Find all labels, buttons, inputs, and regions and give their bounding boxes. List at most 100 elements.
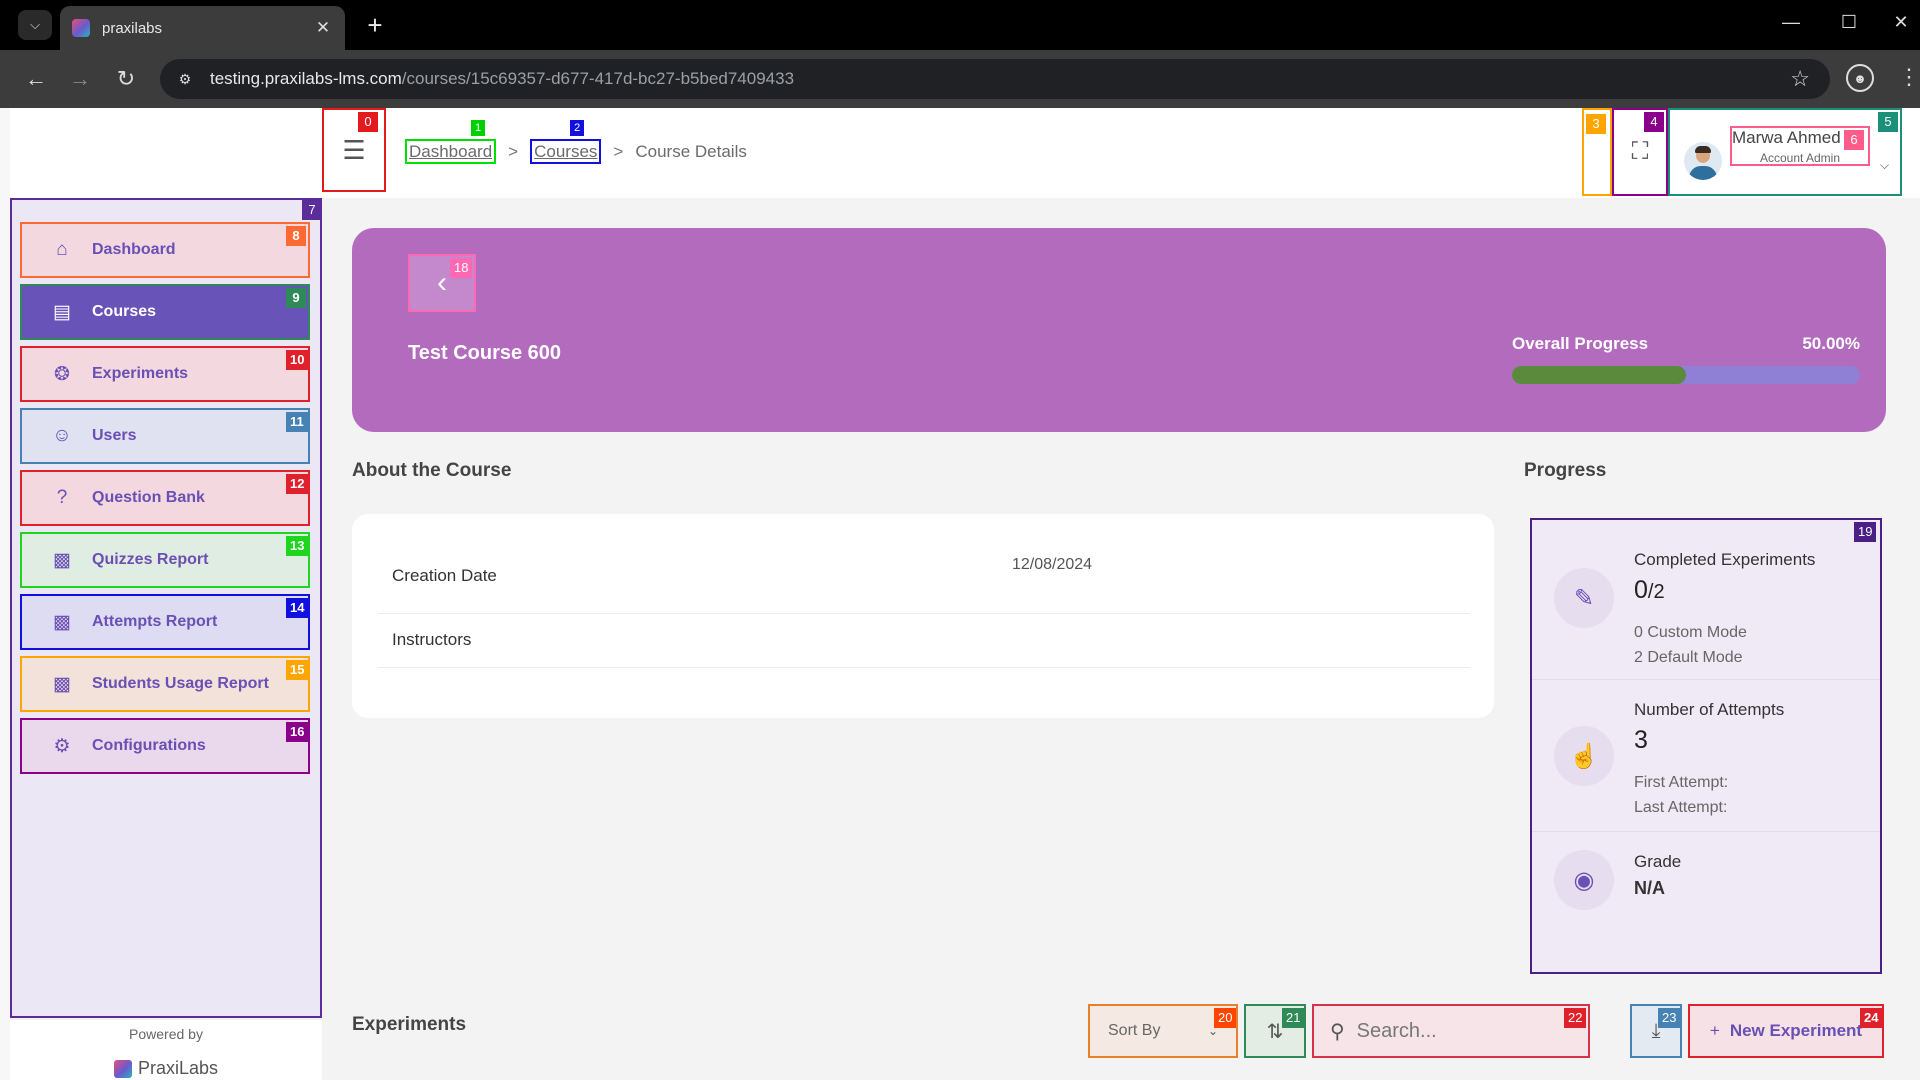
grade-value: N/A [1634, 878, 1665, 898]
url-host: testing.praxilabs-lms.com [210, 69, 402, 88]
back-button[interactable]: ‹ 18 [408, 254, 476, 312]
new-tab-button[interactable]: + [360, 10, 390, 40]
chevron-down-icon: ⌵ [1880, 158, 1890, 172]
report-icon: ▩ [53, 549, 71, 571]
sidebar-item-label: Dashboard [92, 241, 176, 258]
report-icon: ▩ [53, 673, 71, 695]
sidebar-item-question-bank[interactable]: ? Question Bank 12 [20, 470, 310, 526]
fullscreen-icon: ⛶ [1631, 138, 1649, 165]
about-card: Creation Date 12/08/2024 Instructors [352, 514, 1494, 718]
app-left-strip [0, 108, 10, 1080]
bookmark-star-icon[interactable]: ☆ [1790, 66, 1810, 92]
download-button[interactable]: ⤓ 23 [1630, 1004, 1682, 1058]
sidebar-item-users[interactable]: ☺ Users 11 [20, 408, 310, 464]
overall-progress-value: 50.00% [1802, 334, 1860, 353]
sidebar-item-courses[interactable]: ▤ Courses 9 [20, 284, 310, 340]
browser-profile-icon[interactable]: ☻ [1846, 64, 1874, 92]
grade-title: Grade [1634, 852, 1682, 871]
sidebar-item-attempts-report[interactable]: ▩ Attempts Report 14 [20, 594, 310, 650]
completed-experiments-title: Completed Experiments [1634, 550, 1816, 569]
overlay-badge: 24 [1860, 1008, 1883, 1028]
sort-by-select[interactable]: Sort By ⌄ 20 [1088, 1004, 1238, 1058]
close-window-icon[interactable]: ✕ [1886, 12, 1916, 33]
sidebar-item-label: Configurations [92, 737, 206, 754]
back-arrow-icon[interactable]: ← [20, 63, 52, 95]
progress-card[interactable]: 19 ✎ Completed Experiments 0/2 0 Custom … [1530, 518, 1882, 974]
praxilabs-favicon-icon [72, 19, 90, 37]
sidebar-item-label: Experiments [92, 365, 189, 382]
gear-icon: ⚙ [53, 735, 71, 757]
sort-order-icon: ⇅ [1266, 1020, 1284, 1043]
reload-icon[interactable]: ↻ [110, 63, 142, 95]
award-icon: ◉ [1554, 850, 1614, 910]
user-icon: ☺ [52, 425, 72, 446]
attempts-title: Number of Attempts [1634, 700, 1785, 719]
overlay-badge: 20 [1214, 1008, 1237, 1028]
breadcrumb-dashboard-link[interactable]: Dashboard [405, 139, 497, 164]
sidebar-item-experiments[interactable]: ❂ Experiments 10 [20, 346, 310, 402]
overlay-badge: 0 [358, 112, 378, 132]
sort-order-button[interactable]: ⇅ 21 [1244, 1004, 1306, 1058]
search-input[interactable] [1356, 1019, 1567, 1043]
sidebar-item-configurations[interactable]: ⚙ Configurations 16 [20, 718, 310, 774]
tab-title: praxilabs [102, 19, 163, 37]
progress-bar-fill [1512, 366, 1686, 384]
minimize-icon[interactable]: — [1776, 12, 1806, 33]
sidebar-item-dashboard[interactable]: ⌂ Dashboard 8 [20, 222, 310, 278]
breadcrumb-courses-link[interactable]: Courses [530, 139, 602, 164]
url-path: /courses/15c69357-d677-417d-bc27-b5bed74… [401, 69, 795, 88]
powered-by: Powered by PraxiLabs [10, 1020, 322, 1080]
attempts-block: ☝ Number of Attempts 3 First Attempt: La… [1532, 680, 1880, 832]
hamburger-icon: ☰ [342, 134, 366, 165]
overall-progress-label: Overall Progress [1512, 334, 1649, 353]
topbar-spacer-element[interactable]: 3 [1582, 108, 1612, 196]
sidebar-item-label: Students Usage Report [92, 675, 269, 692]
pointer-hand-icon: ☝ [1554, 726, 1614, 786]
instructors-label: Instructors [392, 630, 472, 649]
home-icon: ⌂ [56, 239, 68, 260]
overlay-badge: 3 [1586, 114, 1606, 134]
breadcrumb-separator: > [613, 142, 624, 161]
new-experiment-label: New Experiment [1729, 1021, 1863, 1040]
user-name-button[interactable]: Marwa Ahmed Account Admin 6 [1730, 126, 1870, 166]
about-row-creation-date: Creation Date 12/08/2024 [378, 514, 1470, 614]
experiments-heading: Experiments [352, 1014, 467, 1035]
powered-by-text: Powered by [129, 1026, 203, 1042]
tab-search-button[interactable]: ⌵ [18, 10, 52, 40]
close-tab-icon[interactable]: ✕ [313, 18, 333, 38]
menu-toggle-button[interactable]: ☰ 0 [322, 108, 386, 192]
overlay-badge: 2 [570, 120, 585, 136]
breadcrumb-separator: > [508, 142, 519, 161]
browser-address-bar: ← → ↻ ⚙ testing.praxilabs-lms.com /cours… [0, 50, 1920, 108]
overlay-badge: 13 [286, 536, 309, 556]
praxilabs-logo: PraxiLabs [10, 1058, 322, 1079]
overlay-badge: 7 [302, 200, 322, 220]
browser-tab[interactable]: praxilabs ✕ [60, 6, 345, 50]
overlay-badge: 1 [471, 120, 486, 136]
search-icon: ⚲ [1330, 1020, 1345, 1043]
sidebar-item-label: Question Bank [92, 489, 205, 506]
maximize-icon[interactable]: ☐ [1834, 12, 1864, 33]
overlay-badge: 4 [1644, 112, 1664, 132]
attempts-value: 3 [1634, 726, 1648, 754]
url-field[interactable]: ⚙ testing.praxilabs-lms.com /courses/15c… [160, 59, 1830, 99]
progress-heading: Progress [1524, 460, 1607, 481]
new-experiment-button[interactable]: + New Experiment 24 [1688, 1004, 1884, 1058]
user-menu[interactable]: 5 Marwa Ahmed Account Admin 6 ⌵ [1668, 108, 1902, 196]
creation-date-label: Creation Date [392, 566, 497, 585]
plus-icon: + [1709, 1021, 1720, 1040]
overlay-badge: 21 [1282, 1008, 1305, 1028]
overlay-badge: 12 [286, 474, 309, 494]
browser-menu-icon[interactable]: ⋮ [1898, 64, 1920, 90]
creation-date-value: 12/08/2024 [1012, 556, 1093, 573]
fullscreen-button[interactable]: ⛶ 4 [1612, 108, 1668, 196]
overlay-badge: 6 [1844, 130, 1864, 150]
chevron-left-icon: ‹ [437, 266, 447, 299]
site-settings-icon[interactable]: ⚙ [174, 68, 196, 90]
sidebar-item-quizzes-report[interactable]: ▩ Quizzes Report 13 [20, 532, 310, 588]
forward-arrow-icon[interactable]: → [64, 63, 96, 95]
overlay-badge: 19 [1854, 522, 1877, 542]
sidebar-item-label: Attempts Report [92, 613, 218, 630]
search-field[interactable]: ⚲ 22 [1312, 1004, 1590, 1058]
sidebar-item-students-usage-report[interactable]: ▩ Students Usage Report 15 [20, 656, 310, 712]
